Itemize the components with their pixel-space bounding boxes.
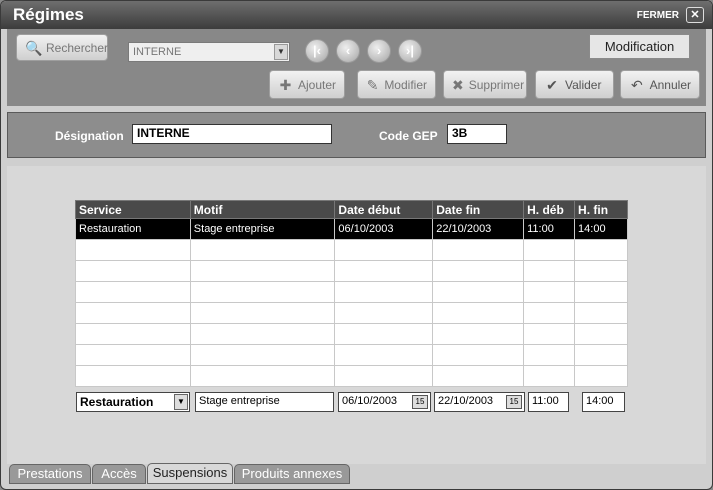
edit-button-label: Modifier xyxy=(384,77,427,92)
col-motif[interactable]: Motif xyxy=(189,200,336,219)
code-gep-field[interactable]: 3B xyxy=(447,124,507,144)
empty-row[interactable] xyxy=(75,323,628,345)
suspensions-table: Service Motif Date début Date fin H. déb… xyxy=(75,200,628,387)
empty-row[interactable] xyxy=(75,260,628,282)
calendar-icon[interactable]: 15 xyxy=(506,395,522,409)
empty-row[interactable] xyxy=(75,365,628,387)
chevron-down-icon[interactable]: ▼ xyxy=(174,394,188,410)
tab-produits-annexes[interactable]: Produits annexes xyxy=(234,464,350,484)
cancel-button-label: Annuler xyxy=(649,77,691,92)
tab-suspensions[interactable]: Suspensions xyxy=(147,463,233,484)
h-fin-input[interactable]: 14:00 xyxy=(582,392,625,412)
search-icon: 🔍 xyxy=(25,39,43,56)
edit-button[interactable]: ✎ Modifier xyxy=(357,70,436,99)
table-header-row: Service Motif Date début Date fin H. déb… xyxy=(75,200,628,219)
date-fin-value: 22/10/2003 xyxy=(438,395,494,407)
regime-combo-value: INTERNE xyxy=(133,46,182,58)
add-icon: ✚ xyxy=(279,76,292,93)
tab-prestations[interactable]: Prestations xyxy=(9,464,91,484)
mode-indicator: Modification xyxy=(589,34,690,59)
window-title: Régimes xyxy=(13,5,84,24)
delete-button[interactable]: ✖ Supprimer xyxy=(443,70,527,99)
add-button[interactable]: ✚ Ajouter xyxy=(269,70,345,99)
pencil-icon: ✎ xyxy=(366,76,379,93)
check-icon: ✔ xyxy=(546,76,558,93)
col-date-fin[interactable]: Date fin xyxy=(432,200,525,219)
validate-button[interactable]: ✔ Valider xyxy=(535,70,614,99)
code-gep-label: Code GEP xyxy=(379,129,438,143)
validate-button-label: Valider xyxy=(565,77,602,92)
undo-icon: ↶ xyxy=(630,76,643,93)
col-h-fin[interactable]: H. fin xyxy=(574,200,628,219)
empty-row[interactable] xyxy=(75,239,628,261)
last-icon: ›| xyxy=(406,43,414,58)
service-select[interactable]: Restauration ▼ xyxy=(76,392,190,412)
col-service[interactable]: Service xyxy=(75,200,191,219)
col-date-debut[interactable]: Date début xyxy=(334,200,434,219)
empty-row[interactable] xyxy=(75,344,628,366)
search-button-label: Rechercher xyxy=(46,40,109,55)
regime-combo[interactable]: INTERNE ▼ xyxy=(128,42,290,62)
next-record-button[interactable]: › xyxy=(367,39,391,63)
calendar-icon[interactable]: 15 xyxy=(412,395,428,409)
first-record-button[interactable]: |‹ xyxy=(305,39,329,63)
previous-icon: ‹ xyxy=(345,43,351,58)
date-debut-value: 06/10/2003 xyxy=(342,395,398,407)
cell-date-debut: 06/10/2003 xyxy=(334,218,434,240)
empty-row[interactable] xyxy=(75,281,628,303)
suspensions-panel: Service Motif Date début Date fin H. déb… xyxy=(7,166,706,464)
previous-record-button[interactable]: ‹ xyxy=(336,39,360,63)
service-select-value: Restauration xyxy=(80,395,154,409)
close-button[interactable]: ✕ xyxy=(686,7,704,23)
cell-service: Restauration xyxy=(75,218,191,240)
col-h-deb[interactable]: H. déb xyxy=(523,200,576,219)
close-label[interactable]: FERMER xyxy=(637,10,679,21)
regimes-window: Régimes FERMER ✕ 🔍 Rechercher INTERNE ▼ … xyxy=(0,0,713,490)
date-fin-input[interactable]: 22/10/2003 15 xyxy=(434,392,525,412)
cell-motif: Stage entreprise xyxy=(189,218,336,240)
designation-label: Désignation xyxy=(55,129,124,143)
next-icon: › xyxy=(376,43,382,58)
last-record-button[interactable]: ›| xyxy=(398,39,422,63)
h-deb-input[interactable]: 11:00 xyxy=(528,392,569,412)
designation-field[interactable]: INTERNE xyxy=(132,124,332,144)
delete-button-label: Supprimer xyxy=(468,77,525,92)
toolbar: 🔍 Rechercher INTERNE ▼ |‹ ‹ › ›| Modific… xyxy=(7,29,706,106)
empty-row[interactable] xyxy=(75,302,628,324)
title-bar: Régimes FERMER ✕ xyxy=(1,1,712,29)
tab-acces[interactable]: Accès xyxy=(92,464,146,484)
cancel-button[interactable]: ↶ Annuler xyxy=(620,70,700,99)
first-icon: |‹ xyxy=(313,43,321,58)
add-button-label: Ajouter xyxy=(297,77,336,92)
cell-h-deb: 11:00 xyxy=(523,218,576,240)
delete-icon: ✖ xyxy=(452,76,464,93)
motif-input[interactable]: Stage entreprise xyxy=(195,392,334,412)
date-debut-input[interactable]: 06/10/2003 15 xyxy=(338,392,431,412)
chevron-down-icon[interactable]: ▼ xyxy=(274,44,288,60)
header-form: Désignation INTERNE Code GEP 3B xyxy=(7,112,706,158)
search-button[interactable]: 🔍 Rechercher xyxy=(16,34,108,61)
cell-h-fin: 14:00 xyxy=(574,218,628,240)
cell-date-fin: 22/10/2003 xyxy=(432,218,525,240)
table-row[interactable]: Restauration Stage entreprise 06/10/2003… xyxy=(75,218,628,240)
